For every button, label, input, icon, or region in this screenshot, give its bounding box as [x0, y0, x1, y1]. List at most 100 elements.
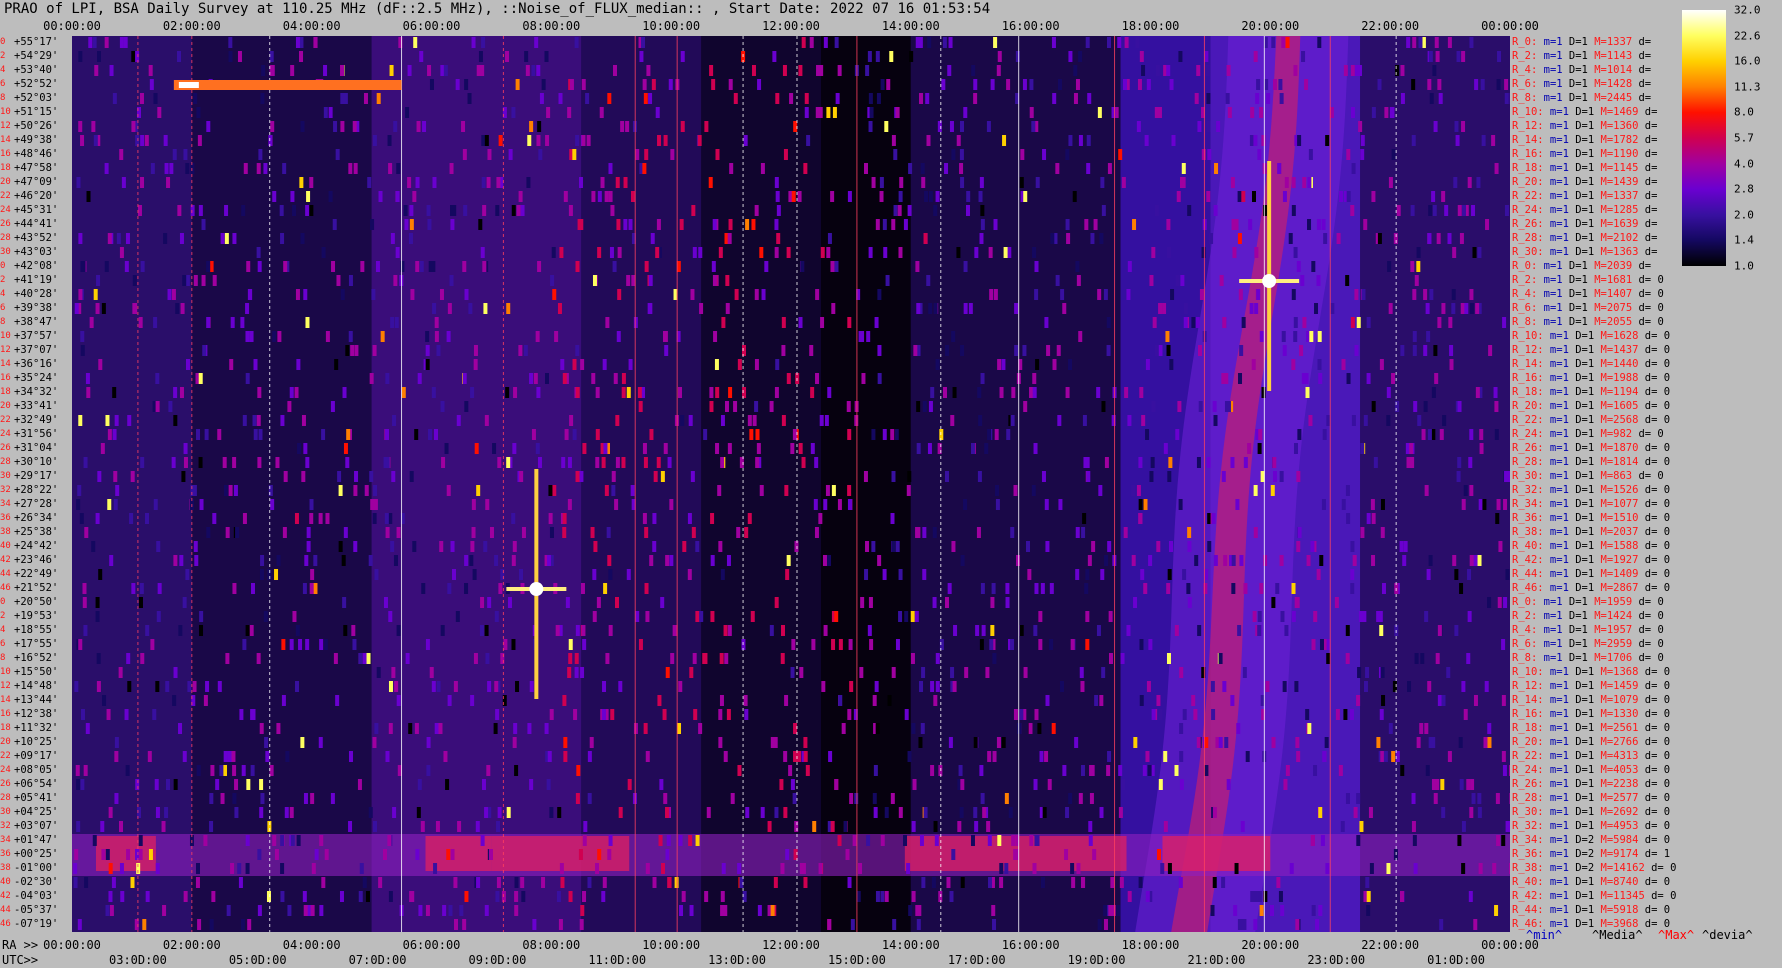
noise-pixel: [1469, 485, 1474, 496]
noise-pixel: [209, 919, 214, 930]
noise-pixel: [498, 135, 503, 146]
noise-pixel: [890, 429, 895, 440]
noise-pixel: [453, 681, 458, 692]
noise-pixel: [1237, 919, 1242, 930]
noise-pixel: [711, 79, 716, 90]
noise-pixel: [97, 471, 102, 482]
dec-label: +04°25': [14, 806, 59, 818]
noise-pixel: [1432, 65, 1437, 76]
noise-pixel: [470, 695, 475, 706]
noise-pixel: [1127, 891, 1132, 902]
noise-pixel: [1455, 135, 1460, 146]
dec-label: +22°49': [14, 568, 59, 580]
noise-pixel: [1256, 79, 1261, 90]
dec-label: +47°58': [14, 162, 59, 174]
noise-pixel: [1293, 247, 1298, 258]
noise-pixel: [960, 779, 965, 790]
noise-pixel: [906, 863, 911, 874]
noise-pixel: [635, 149, 640, 160]
noise-pixel: [1477, 807, 1482, 818]
noise-pixel: [289, 639, 294, 650]
noise-pixel: [104, 37, 109, 48]
noise-pixel: [1400, 65, 1405, 76]
noise-pixel: [1103, 919, 1108, 930]
noise-pixel: [1152, 317, 1157, 328]
row-number: 28: [0, 457, 11, 467]
noise-pixel: [1478, 863, 1483, 874]
noise-pixel: [229, 359, 234, 370]
noise-pixel: [1444, 205, 1449, 216]
noise-pixel: [140, 653, 145, 664]
noise-pixel: [331, 261, 336, 272]
noise-pixel: [183, 149, 188, 160]
noise-pixel: [111, 877, 116, 888]
noise-pixel: [908, 905, 913, 916]
noise-pixel: [1379, 359, 1384, 370]
noise-pixel: [225, 653, 230, 664]
noise-pixel: [798, 317, 803, 328]
noise-pixel: [173, 555, 178, 566]
noise-pixel: [119, 821, 124, 832]
noise-pixel: [887, 695, 892, 706]
noise-pixel: [680, 415, 685, 426]
noise-pixel: [215, 779, 220, 790]
noise-pixel: [390, 233, 395, 244]
noise-pixel: [152, 709, 157, 720]
noise-pixel: [246, 779, 251, 790]
noise-pixel: [1454, 625, 1459, 636]
dec-label: +54°29': [14, 50, 59, 62]
noise-pixel: [80, 345, 85, 356]
noise-pixel: [1227, 107, 1232, 118]
noise-pixel: [1281, 331, 1286, 342]
noise-pixel: [1146, 79, 1151, 90]
noise-pixel: [1187, 597, 1192, 608]
noise-pixel: [641, 37, 646, 48]
noise-pixel: [433, 863, 438, 874]
noise-pixel: [729, 163, 734, 174]
noise-pixel: [1050, 233, 1055, 244]
noise-pixel: [1068, 793, 1073, 804]
noise-pixel: [867, 51, 872, 62]
noise-pixel: [1473, 919, 1478, 930]
noise-pixel: [1326, 653, 1331, 664]
noise-pixel: [1257, 625, 1262, 636]
noise-pixel: [834, 779, 839, 790]
noise-pixel: [155, 373, 160, 384]
noise-pixel: [644, 261, 649, 272]
noise-pixel: [295, 681, 300, 692]
noise-pixel: [605, 317, 610, 328]
noise-pixel: [429, 79, 434, 90]
noise-pixel: [1145, 751, 1150, 762]
noise-pixel: [107, 499, 112, 510]
row-stat: R_44: m=1 D=1 M=5918 d= 0: [1512, 904, 1671, 916]
noise-pixel: [98, 569, 103, 580]
noise-pixel: [147, 751, 152, 762]
noise-pixel: [798, 65, 803, 76]
noise-pixel: [1231, 583, 1236, 594]
noise-pixel: [1381, 583, 1386, 594]
noise-pixel: [1118, 807, 1123, 818]
noise-pixel: [1029, 79, 1034, 90]
noise-pixel: [144, 135, 149, 146]
noise-pixel: [680, 121, 685, 132]
noise-pixel: [333, 653, 338, 664]
noise-pixel: [911, 891, 916, 902]
noise-pixel: [691, 205, 696, 216]
noise-pixel: [1179, 177, 1184, 188]
noise-pixel: [476, 485, 481, 496]
noise-pixel: [813, 499, 818, 510]
noise-pixel: [1469, 289, 1474, 300]
colorbar-tick-label: 1.0: [1734, 259, 1754, 273]
noise-pixel: [974, 247, 979, 258]
noise-pixel: [1426, 331, 1431, 342]
dec-label: +36°16': [14, 358, 59, 370]
noise-pixel: [296, 835, 301, 846]
noise-pixel: [575, 625, 580, 636]
noise-pixel: [462, 149, 467, 160]
utc-tick: 09:0D:00: [468, 953, 527, 967]
noise-pixel: [413, 37, 418, 48]
noise-pixel: [529, 121, 534, 132]
dec-label: +15°50': [14, 666, 59, 678]
noise-pixel: [431, 681, 436, 692]
noise-pixel: [1029, 387, 1034, 398]
